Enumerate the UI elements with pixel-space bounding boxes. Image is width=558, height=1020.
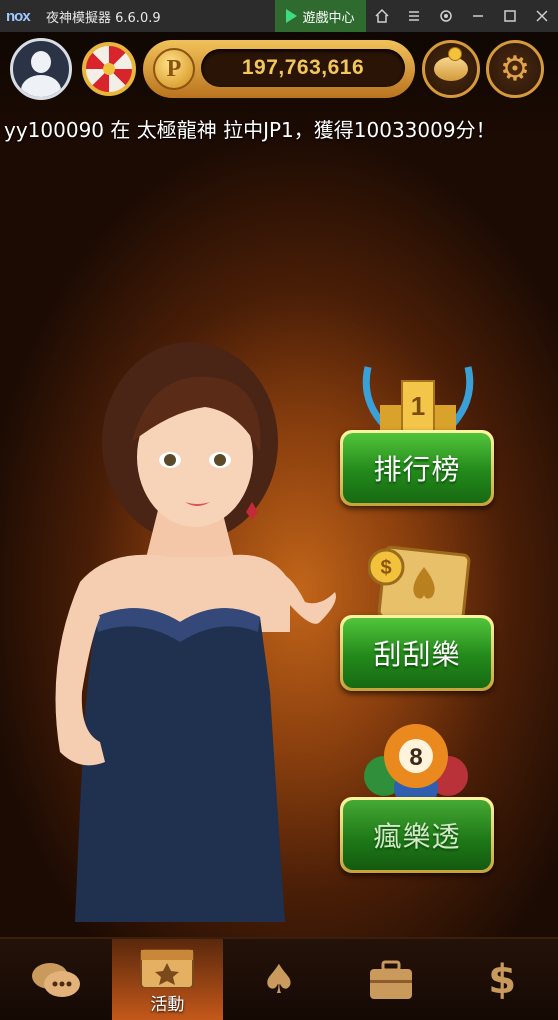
ranking-button-face: 排行榜 [343,433,491,503]
nav-events[interactable]: 活動 [111,939,224,1020]
ranking-button[interactable]: 排行榜 [340,430,494,506]
game-center-label: 遊戲中心 [302,10,355,26]
emulator-title-bar: nox 夜神模擬器 6.6.0.9 遊戲中心 [0,0,558,32]
gear-icon: ⚙ [499,49,531,89]
wheel-hub [103,63,115,75]
coin-balance-bar[interactable]: P 197,763,616 [143,40,415,98]
calendar-star-icon [140,949,195,988]
scratch-card-label: 刮刮樂 [373,638,461,671]
nox-logo: nox [6,8,31,25]
lottery-button[interactable]: 瘋樂透 [340,797,494,873]
menu-icon[interactable] [398,0,430,32]
game-screen: P 197,763,616 ⚙ yy100090 在 太極龍神 拉中JP1，獲得… [0,32,558,1020]
dollar-icon: $ [488,956,517,1003]
window-title: 夜神模擬器 6.6.0.9 [46,10,161,26]
svg-text:$: $ [380,557,391,579]
scratch-card-button[interactable]: 刮刮樂 [340,615,494,691]
piggy-bank-icon [434,47,468,81]
settings-icon[interactable] [430,0,462,32]
scratch-card-button-face: 刮刮樂 [343,618,491,688]
spade-icon: ♠ [261,956,297,1003]
avatar-head [31,51,51,73]
coin-icon: P [153,48,195,90]
play-store-icon [286,9,298,23]
briefcase-icon [369,960,412,999]
maximize-icon[interactable] [494,0,526,32]
ranking-label: 排行榜 [373,453,461,486]
settings-button[interactable]: ⚙ [486,40,544,98]
trophy-rank: 1 [411,391,425,421]
chat-icon [31,962,80,997]
avatar[interactable] [10,38,72,100]
lottery-label: 瘋樂透 [373,820,461,853]
trophy-icon: 1 [362,366,474,432]
nav-shop[interactable]: $ [446,939,558,1020]
bottom-navigation: 活動 ♠ $ [0,937,558,1020]
nav-games[interactable]: ♠ [223,939,335,1020]
hostess-character-illustration [55,342,336,922]
piggy-bank-button[interactable] [422,40,480,98]
nav-bag[interactable] [335,939,447,1020]
lottery-ball-number: 8 [409,744,422,771]
nav-events-label: 活動 [150,995,185,1015]
lottery-button-face: 瘋樂透 [343,800,491,870]
game-center-button[interactable]: 遊戲中心 [275,0,366,32]
close-icon[interactable] [526,0,558,32]
minimize-icon[interactable] [462,0,494,32]
lucky-wheel-icon[interactable] [82,42,136,96]
home-icon[interactable] [366,0,398,32]
nav-chat[interactable] [0,939,112,1020]
coin-balance: 197,763,616 [241,56,365,79]
scratch-card-icon: $ [368,545,471,627]
announcement-marquee: yy100090 在 太極龍神 拉中JP1，獲得10033009分！ [4,118,496,142]
coin-balance-display: 197,763,616 [201,49,405,87]
avatar-body [21,75,61,97]
